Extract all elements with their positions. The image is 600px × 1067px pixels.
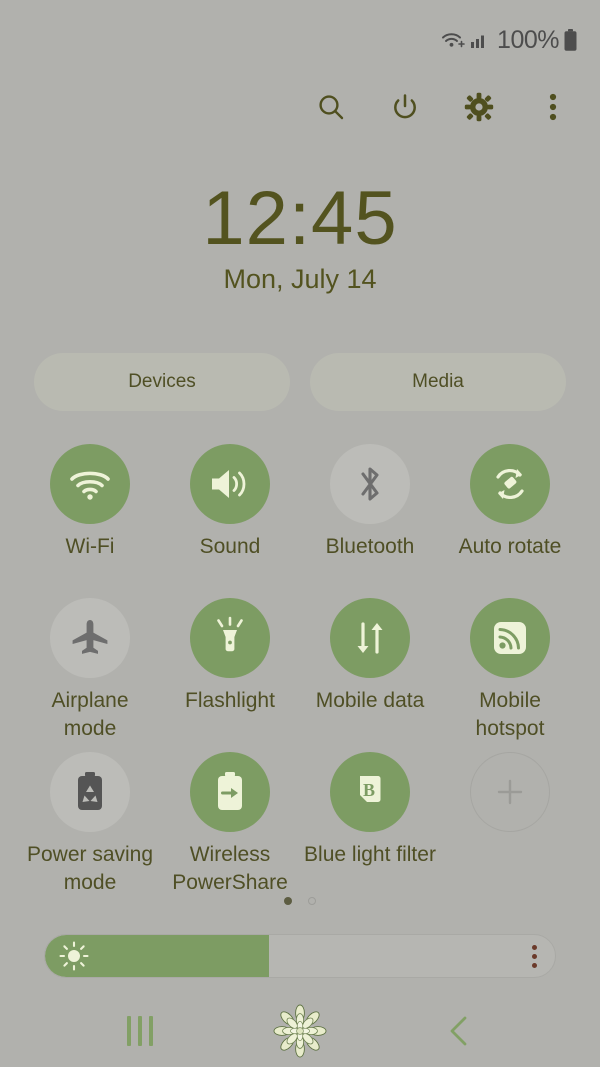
- tile-circle-mobile-data: [330, 598, 410, 678]
- tile-label-auto-rotate: Auto rotate: [458, 535, 562, 558]
- tile-blue-light-filter[interactable]: B Blue light filter: [300, 752, 440, 902]
- svg-text:B: B: [363, 780, 375, 800]
- tile-power-saving-mode[interactable]: Power saving mode: [20, 752, 160, 902]
- quick-settings-panel: 100% 12:45 Mon, July 14 Devices Media Wi…: [0, 0, 600, 1067]
- wifi-signal-icon: [440, 29, 466, 51]
- tile-airplane-mode[interactable]: Airplane mode: [20, 598, 160, 748]
- more-options-button[interactable]: [532, 86, 574, 128]
- tile-label-mobile-hotspot: Mobile hotspot: [475, 689, 545, 740]
- tile-circle-bluetooth: [330, 444, 410, 524]
- recents-button[interactable]: [104, 1001, 176, 1061]
- tile-sound[interactable]: Sound: [160, 444, 300, 594]
- dot: [532, 953, 537, 959]
- auto-rotate-icon: [488, 462, 532, 506]
- plus-icon: [493, 775, 527, 809]
- hotspot-icon: [489, 617, 531, 659]
- tile-label-bluetooth: Bluetooth: [325, 535, 415, 558]
- battery-share-icon: [212, 769, 248, 815]
- tile-label-mobile-data: Mobile data: [315, 689, 425, 712]
- home-succulent-icon: [273, 1004, 327, 1058]
- back-button[interactable]: [424, 1001, 496, 1061]
- tile-circle-blue-light-filter: B: [330, 752, 410, 832]
- tile-circle-mobile-hotspot: [470, 598, 550, 678]
- gear-icon: [464, 92, 494, 122]
- status-bar: 100%: [0, 0, 600, 80]
- battery-full-icon: [563, 28, 578, 52]
- tile-label-airplane-mode: Airplane mode: [51, 689, 129, 740]
- tile-circle-power-saving-mode: [50, 752, 130, 832]
- data-arrows-icon: [349, 617, 391, 659]
- clock-widget[interactable]: 12:45 Mon, July 14: [0, 180, 600, 295]
- settings-button[interactable]: [458, 86, 500, 128]
- navigation-bar: [0, 995, 600, 1067]
- device-media-row: Devices Media: [34, 353, 566, 411]
- sun-icon: [59, 941, 89, 971]
- tile-mobile-hotspot[interactable]: Mobile hotspot: [440, 598, 580, 748]
- airplane-icon: [68, 616, 112, 660]
- bluetooth-icon: [353, 462, 387, 506]
- tile-label-wifi: Wi-Fi: [65, 535, 115, 558]
- tile-circle-wifi: [50, 444, 130, 524]
- page-dot-inactive[interactable]: [308, 897, 316, 905]
- tile-auto-rotate[interactable]: Auto rotate: [440, 444, 580, 594]
- dot: [532, 944, 537, 950]
- page-dot-active[interactable]: [284, 897, 292, 905]
- page-indicator: [0, 897, 600, 905]
- power-button[interactable]: [384, 86, 426, 128]
- tile-wifi[interactable]: Wi-Fi: [20, 444, 160, 594]
- tile-wireless-powershare[interactable]: Wireless PowerShare: [160, 752, 300, 902]
- brightness-options-button[interactable]: [532, 944, 537, 968]
- status-icons: 100%: [440, 26, 578, 55]
- back-chevron-icon: [445, 1014, 475, 1048]
- cellular-signal-icon: [470, 30, 490, 50]
- blue-light-b-icon: B: [350, 771, 390, 813]
- search-button[interactable]: [310, 86, 352, 128]
- tile-label-blue-light-filter: Blue light filter: [304, 843, 436, 866]
- brightness-slider[interactable]: [44, 934, 556, 978]
- media-button[interactable]: Media: [310, 353, 566, 411]
- tile-label-power-saving-mode: Power saving mode: [26, 843, 154, 894]
- quick-settings-grid: Wi-Fi Sound Bluetooth Auto rotate Airpla…: [20, 444, 580, 902]
- tile-circle-flashlight: [190, 598, 270, 678]
- flashlight-icon: [210, 615, 250, 661]
- tile-circle-wireless-powershare: [190, 752, 270, 832]
- speaker-icon: [208, 464, 252, 504]
- three-dots-vertical-icon: [549, 93, 557, 121]
- tile-circle-add: [470, 752, 550, 832]
- clock-time: 12:45: [202, 176, 398, 261]
- tile-circle-airplane-mode: [50, 598, 130, 678]
- battery-recycle-icon: [72, 769, 108, 815]
- tile-circle-sound: [190, 444, 270, 524]
- devices-button[interactable]: Devices: [34, 353, 290, 411]
- home-button[interactable]: [264, 1001, 336, 1061]
- clock-date: Mon, July 14: [223, 263, 377, 294]
- wifi-icon: [67, 465, 113, 503]
- recents-icon: [127, 1016, 153, 1046]
- tile-mobile-data[interactable]: Mobile data: [300, 598, 440, 748]
- tile-label-flashlight: Flashlight: [185, 689, 275, 712]
- tile-flashlight[interactable]: Flashlight: [160, 598, 300, 748]
- dot: [532, 962, 537, 968]
- battery-percent-label: 100%: [497, 25, 559, 54]
- power-icon: [390, 92, 420, 122]
- tile-label-sound: Sound: [199, 535, 261, 558]
- tile-label-wireless-powershare: Wireless PowerShare: [172, 843, 288, 894]
- search-icon: [316, 92, 346, 122]
- quick-settings-toolbar: [310, 86, 574, 128]
- tile-add-button[interactable]: [440, 752, 580, 902]
- tile-bluetooth[interactable]: Bluetooth: [300, 444, 440, 594]
- tile-circle-auto-rotate: [470, 444, 550, 524]
